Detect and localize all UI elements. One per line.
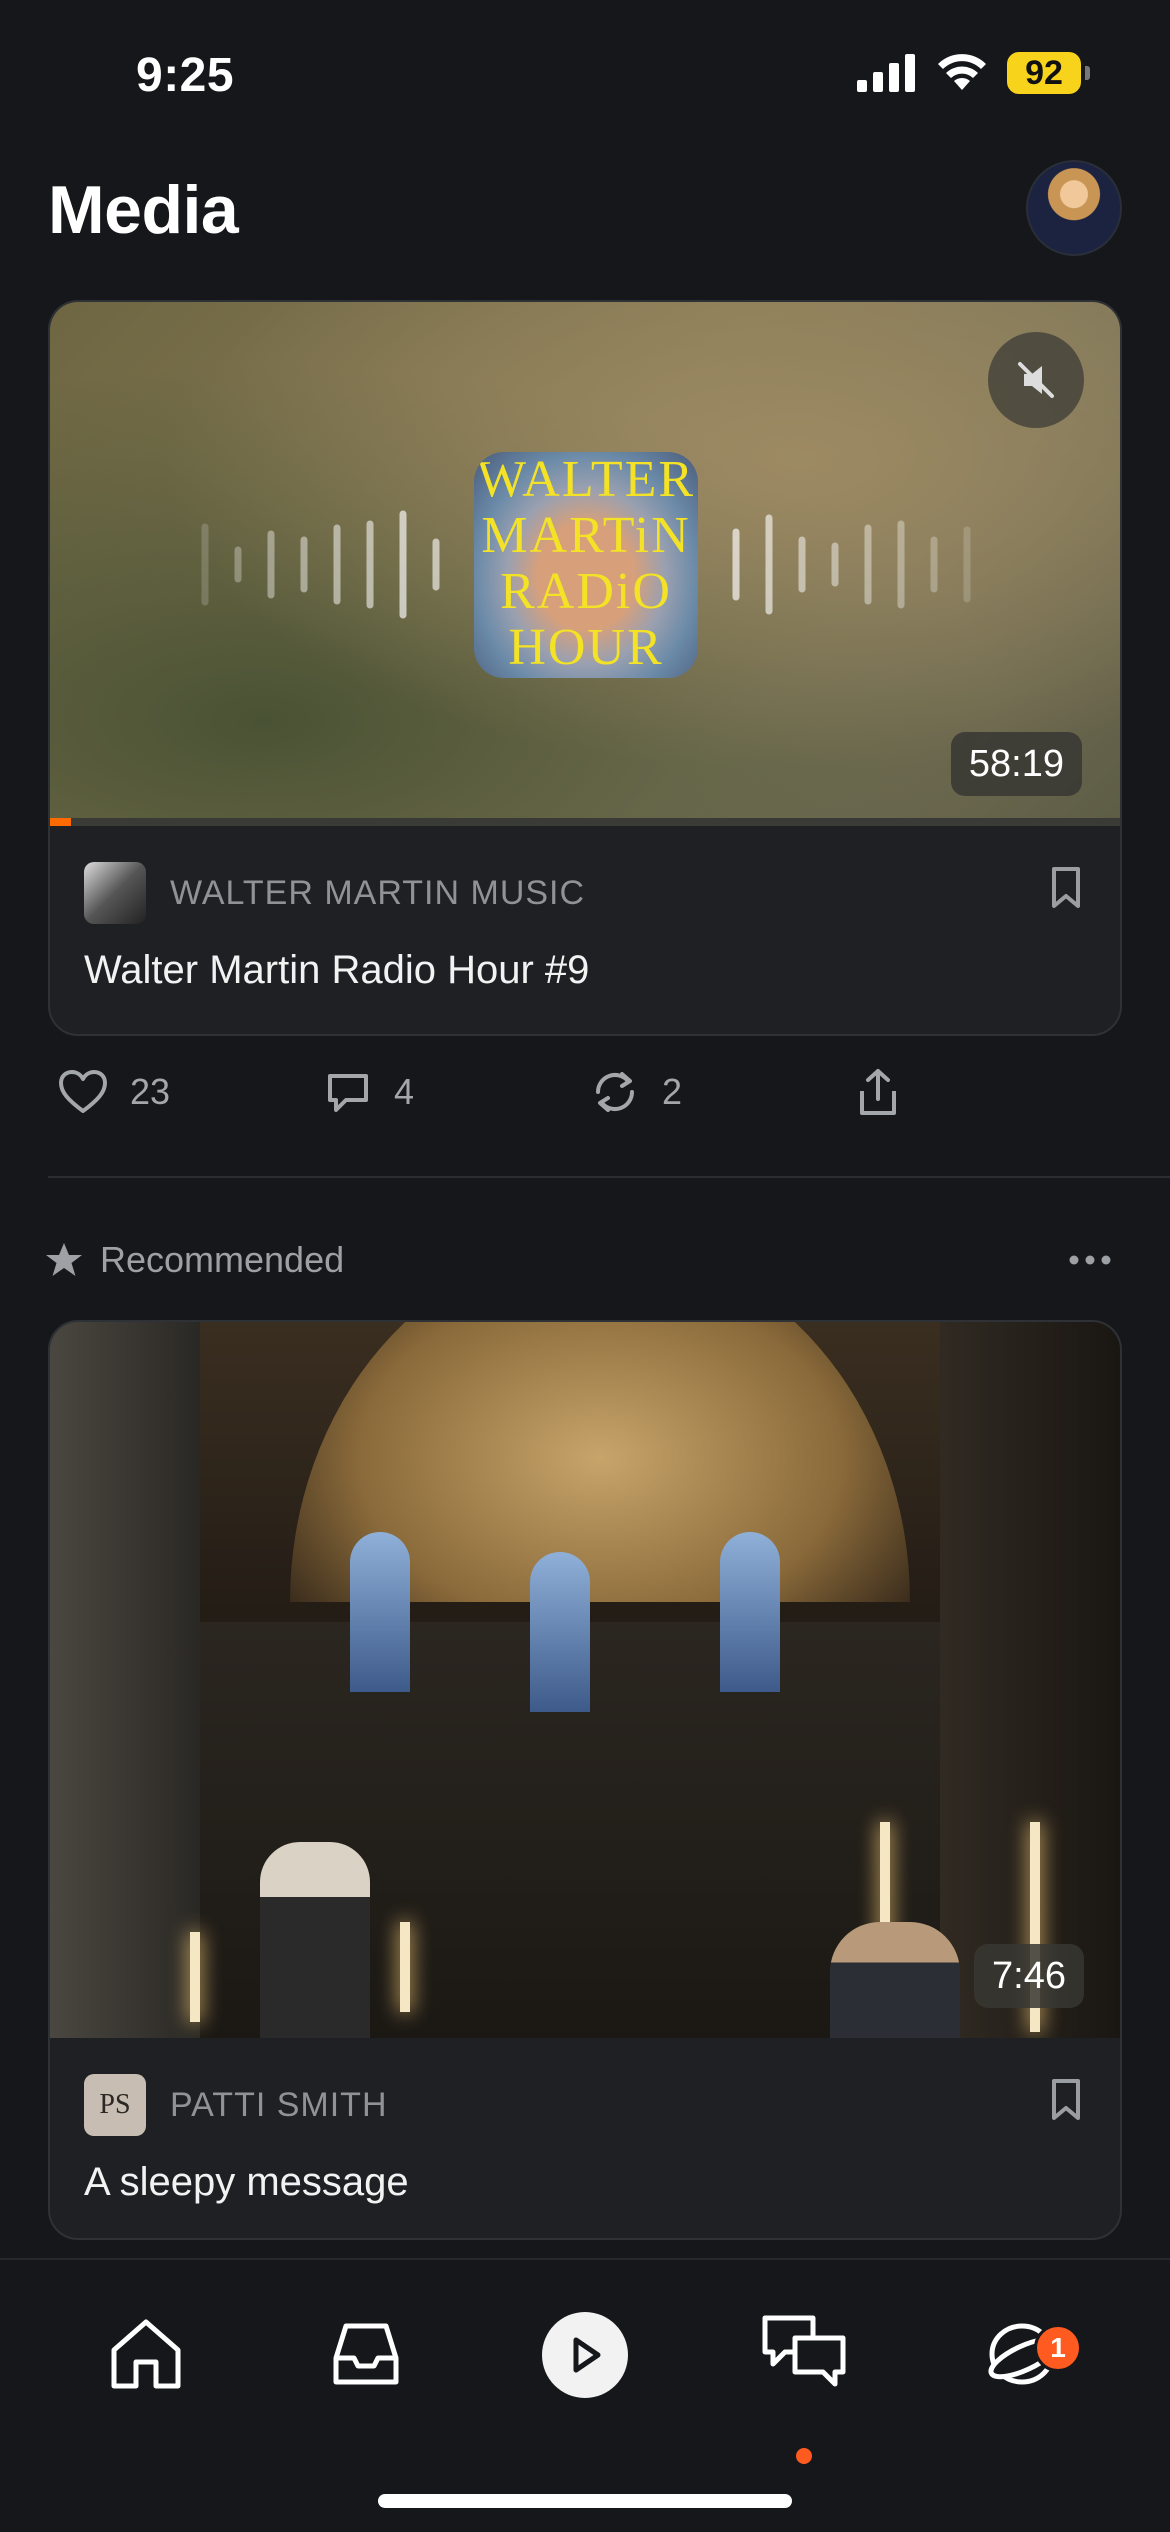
mute-button[interactable] [988, 332, 1084, 428]
section-header: Recommended [44, 1232, 1122, 1288]
comment-icon [328, 1074, 368, 1112]
album-art: WALTER MARTiN RADiO HOUR [474, 452, 698, 678]
status-bar: 9:25 92 [0, 0, 1170, 150]
bookmark-button[interactable] [1050, 2078, 1082, 2127]
share-icon [860, 1069, 896, 1115]
card-meta: PS PATTI SMITH A sleepy message [50, 2038, 1120, 2205]
comment-button[interactable]: 4 [324, 1068, 590, 1116]
stained-glass-window [530, 1552, 590, 1712]
home-icon [111, 2319, 181, 2389]
tab-bar: 1 [0, 2258, 1170, 2532]
chat-icon [762, 2315, 846, 2387]
duration-badge: 7:46 [974, 1944, 1084, 2008]
status-icons: 92 [857, 52, 1090, 94]
battery-cap [1085, 66, 1090, 80]
tab-media[interactable] [542, 2312, 628, 2398]
post-actions: 23 4 2 [58, 1060, 1122, 1124]
candle [190, 1932, 200, 2022]
tab-chat[interactable] [754, 2304, 854, 2404]
tab-home[interactable] [96, 2304, 196, 2404]
duration-badge: 58:19 [950, 732, 1082, 796]
video-thumbnail[interactable]: 7:46 [50, 1322, 1120, 2038]
battery-indicator: 92 [1007, 52, 1081, 94]
avatar[interactable] [1026, 160, 1122, 256]
stained-glass-window [350, 1532, 410, 1692]
cellular-signal-icon [857, 54, 915, 92]
audio-player-hero[interactable]: WALTER MARTiN RADiO HOUR 58:19 [50, 302, 1120, 826]
share-button[interactable] [856, 1067, 1122, 1117]
notification-badge: 1 [1034, 2324, 1082, 2372]
restack-count: 2 [662, 1071, 683, 1112]
inbox-icon [333, 2323, 399, 2385]
pillar [50, 1322, 200, 2038]
tab-inbox[interactable] [316, 2304, 416, 2404]
section-label: Recommended [100, 1239, 345, 1280]
comment-count: 4 [394, 1071, 415, 1112]
progress-bar[interactable] [50, 818, 1120, 826]
candle [400, 1922, 410, 2012]
more-options-button[interactable] [1068, 1238, 1112, 1287]
speaker-muted-icon [1018, 362, 1054, 398]
post-title[interactable]: Walter Martin Radio Hour #9 [84, 948, 1084, 993]
star-icon [46, 1243, 82, 1276]
header: Media [48, 160, 1122, 260]
post-title[interactable]: A sleepy message [84, 2160, 1084, 2205]
unread-dot [796, 2448, 812, 2464]
publisher-name: WALTER MARTIN MUSIC [170, 873, 586, 912]
home-indicator[interactable] [378, 2494, 792, 2508]
page-title: Media [48, 172, 239, 248]
like-button[interactable]: 23 [58, 1069, 324, 1115]
divider [48, 1176, 1170, 1178]
restack-icon [595, 1072, 635, 1112]
like-count: 23 [130, 1071, 171, 1112]
publisher-row[interactable]: WALTER MARTIN MUSIC [84, 862, 1084, 924]
media-card[interactable]: 7:46 PS PATTI SMITH A sleepy message [48, 1320, 1122, 2240]
wifi-icon [938, 54, 986, 90]
restack-button[interactable]: 2 [590, 1068, 856, 1116]
performer-figure [260, 1842, 370, 2038]
stained-glass-window [720, 1532, 780, 1692]
publisher-avatar [84, 862, 146, 924]
card-meta: WALTER MARTIN MUSIC Walter Martin Radio … [50, 826, 1120, 993]
progress-fill [50, 818, 72, 826]
play-icon [573, 2337, 601, 2373]
heart-icon [59, 1070, 107, 1113]
publisher-avatar: PS [84, 2074, 146, 2136]
bookmark-icon [1052, 867, 1080, 908]
publisher-row[interactable]: PS PATTI SMITH [84, 2074, 1084, 2136]
musician-figure [830, 1922, 960, 2038]
status-time: 9:25 [136, 49, 235, 102]
album-art-lettering: WALTER MARTiN RADiO HOUR [476, 452, 696, 676]
publisher-name: PATTI SMITH [170, 2085, 388, 2124]
ellipsis-icon [1069, 1255, 1111, 1265]
bookmark-icon [1052, 2079, 1080, 2120]
bookmark-button[interactable] [1050, 866, 1082, 915]
media-card[interactable]: WALTER MARTiN RADiO HOUR 58:19 WALTER MA… [48, 300, 1122, 1036]
